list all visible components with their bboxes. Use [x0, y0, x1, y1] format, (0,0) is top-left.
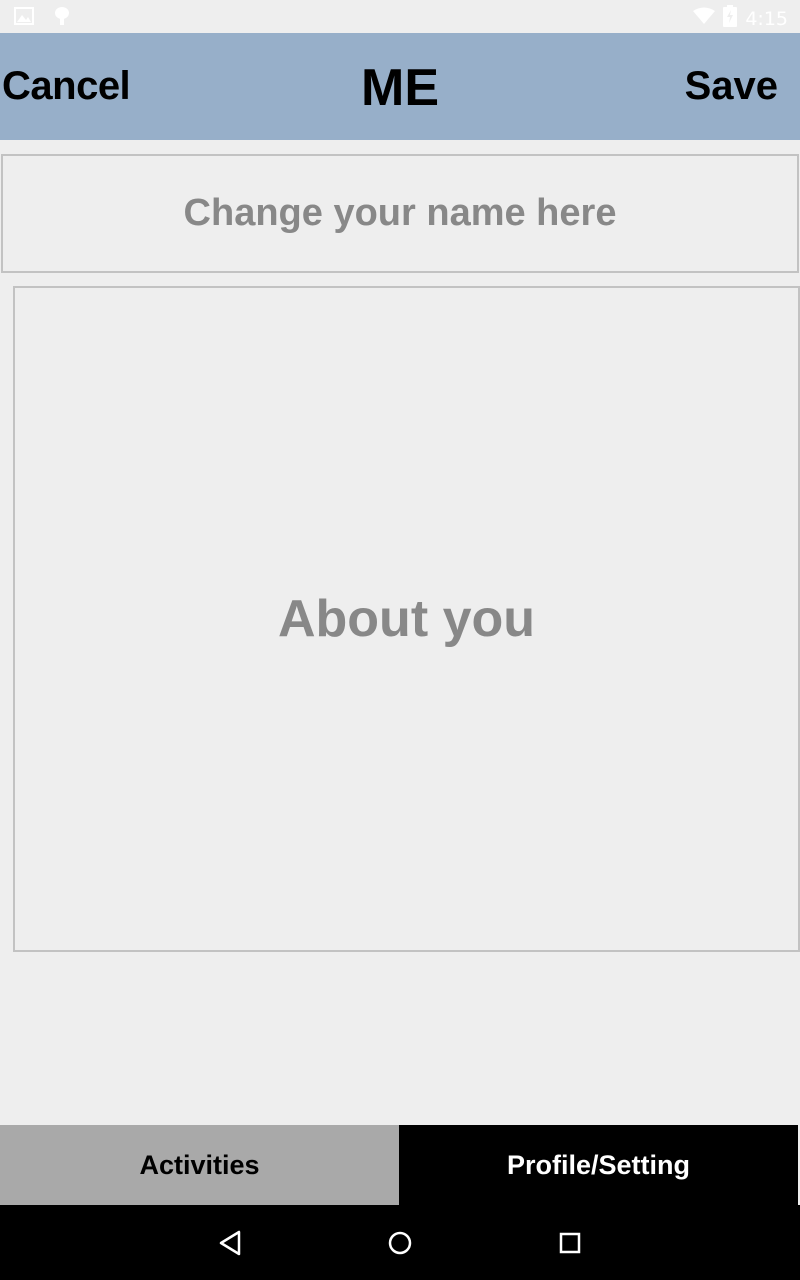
about-field-placeholder: About you [277, 590, 536, 648]
name-field[interactable]: Change your name here [1, 154, 799, 273]
image-icon [14, 7, 34, 30]
cancel-button[interactable]: Cancel [0, 33, 131, 140]
status-clock: 4:15 [745, 7, 788, 30]
android-icon [54, 6, 70, 31]
recent-apps-icon[interactable] [554, 1227, 586, 1259]
status-right-icons: 4:15 [693, 5, 788, 32]
system-nav-bar [0, 1205, 800, 1280]
bottom-tab-bar: Activities Profile/Setting [0, 1125, 800, 1205]
battery-icon [723, 5, 738, 32]
tab-profile-setting[interactable]: Profile/Setting [399, 1125, 798, 1205]
back-icon[interactable] [215, 1227, 247, 1259]
status-left-icons [14, 6, 70, 31]
tab-activities[interactable]: Activities [0, 1125, 399, 1205]
wifi-icon [693, 7, 716, 30]
name-field-placeholder: Change your name here [183, 192, 617, 234]
home-icon[interactable] [384, 1227, 416, 1259]
app-header: Cancel ME Save [0, 33, 800, 140]
save-button[interactable]: Save [685, 33, 778, 140]
status-bar: 4:15 [0, 0, 800, 33]
about-field[interactable]: About you [13, 286, 800, 952]
